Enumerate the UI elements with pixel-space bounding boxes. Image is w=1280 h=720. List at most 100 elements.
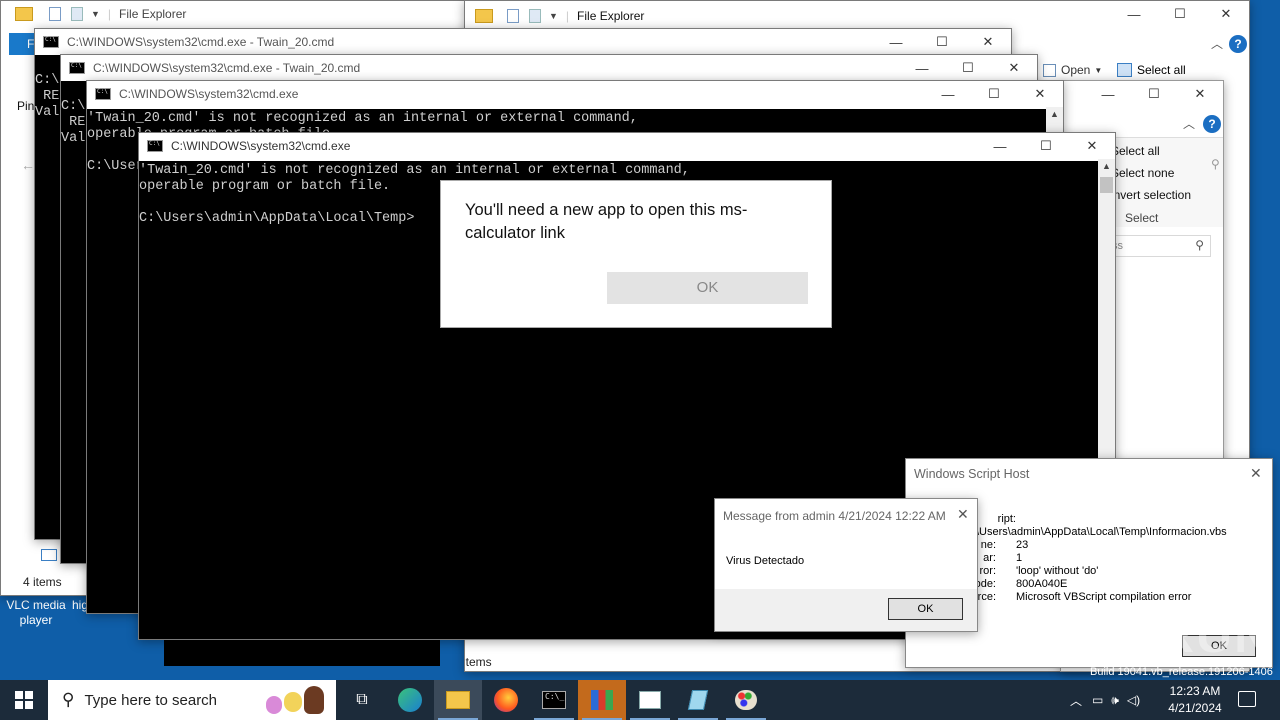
speaker-icon[interactable]: ◁) — [1127, 693, 1140, 707]
view-icon[interactable] — [41, 549, 57, 561]
minimize-button[interactable]: — — [977, 133, 1023, 159]
cmd-window-1-title: C:\WINDOWS\system32\cmd.exe - Twain_20.c… — [67, 35, 335, 49]
select-all-icon — [1117, 63, 1132, 77]
system-tray: ︿ ▭ 🕪 ◁) — [1070, 680, 1148, 720]
new-folder-icon[interactable] — [529, 9, 541, 23]
wsh-row-value: 23 — [1016, 539, 1029, 551]
message-ok-button[interactable]: OK — [888, 598, 963, 620]
close-button[interactable]: ✕ — [1177, 81, 1223, 107]
maximize-button[interactable]: ☐ — [971, 81, 1017, 107]
chevron-up-icon[interactable]: ︿ — [1070, 692, 1082, 709]
minimize-button[interactable]: — — [925, 81, 971, 107]
search-icon[interactable]: ⚲ — [1211, 157, 1220, 171]
window-controls: — ☐ ✕ — [1085, 81, 1223, 107]
chevron-up-icon[interactable]: ︿ — [1211, 35, 1223, 52]
open-button[interactable]: Open ▼ — [1043, 63, 1102, 77]
file-explorer-front-title: File Explorer — [577, 9, 645, 23]
scrollbar-thumb[interactable] — [1100, 177, 1113, 193]
window-icon — [639, 691, 661, 709]
search-icon: ⚲ — [1195, 238, 1204, 252]
chevron-down-icon[interactable]: ▼ — [91, 9, 100, 19]
clock-time: 12:23 AM — [1169, 684, 1221, 698]
clock[interactable]: 12:23 AM 4/21/2024 — [1160, 683, 1230, 717]
pin-label[interactable]: Pin — [17, 99, 34, 113]
properties-icon[interactable] — [507, 9, 519, 23]
file-explorer-back-titlebar: ▼ | File Explorer — [1, 1, 479, 27]
minimize-button[interactable]: — — [1085, 81, 1131, 107]
window-controls: — ☐ ✕ — [899, 55, 1037, 81]
minimize-button[interactable]: — — [873, 29, 919, 55]
cmd-icon — [95, 88, 111, 100]
maximize-button[interactable]: ☐ — [1157, 1, 1203, 27]
minimize-button[interactable]: — — [899, 55, 945, 81]
terminal-icon: C:\_ — [542, 691, 566, 709]
close-button[interactable]: ✕ — [1203, 1, 1249, 27]
folder-icon — [446, 691, 470, 709]
cmd-icon — [43, 36, 59, 48]
desktop-icon-vlc[interactable]: VLC media player — [4, 598, 68, 628]
volume-icon[interactable]: 🕪 — [1111, 693, 1119, 708]
close-button[interactable]: ✕ — [1069, 133, 1115, 159]
wsh-row-value: Microsoft VBScript compilation error — [1016, 591, 1192, 603]
taskbar-search-box[interactable]: ⚲ Type here to search — [48, 680, 336, 720]
close-button[interactable]: ✕ — [965, 29, 1011, 55]
select-all-button[interactable]: Select all — [1111, 144, 1191, 158]
status-item-count: 4 items — [464, 655, 492, 669]
file-explorer-back-title: File Explorer — [119, 7, 187, 21]
start-button[interactable] — [0, 680, 48, 720]
wsh-row-value: 1 — [1016, 552, 1023, 564]
easter-search-highlight-icon — [262, 686, 330, 714]
select-all-top-button[interactable]: Select all — [1117, 63, 1186, 77]
app-needed-ok-button[interactable]: OK — [607, 272, 808, 304]
scroll-up-icon[interactable]: ▲ — [1098, 161, 1115, 171]
chevron-down-icon: ▼ — [1094, 65, 1103, 75]
help-icon[interactable]: ? — [1229, 35, 1247, 53]
cmd-window-3-titlebar: C:\WINDOWS\system32\cmd.exe — [87, 81, 1063, 107]
folder-icon — [475, 9, 493, 23]
edge-taskbar-button[interactable] — [386, 680, 434, 720]
task-view-button[interactable]: ⧉ — [338, 680, 386, 720]
close-button[interactable]: ✕ — [1017, 81, 1063, 107]
chevron-down-icon[interactable]: ▼ — [549, 11, 558, 21]
maximize-button[interactable]: ☐ — [919, 29, 965, 55]
edge-icon — [398, 688, 422, 712]
firefox-taskbar-button[interactable] — [482, 680, 530, 720]
back-arrow-icon[interactable]: ← — [21, 157, 35, 173]
package-icon — [591, 690, 613, 710]
close-icon[interactable]: ✕ — [1250, 465, 1262, 482]
window-controls: — ☐ ✕ — [977, 133, 1115, 159]
app-needed-message: You'll need a new app to open this ms-ca… — [465, 201, 748, 242]
network-icon[interactable]: ▭ — [1092, 693, 1103, 707]
paint-taskbar-button[interactable] — [722, 680, 770, 720]
select-none-button[interactable]: Select none — [1111, 166, 1191, 180]
window-taskbar-button[interactable] — [626, 680, 674, 720]
close-button[interactable]: ✕ — [991, 55, 1037, 81]
search-input[interactable]: ss ⚲ — [1101, 235, 1211, 257]
maximize-button[interactable]: ☐ — [945, 55, 991, 81]
notification-icon[interactable] — [1238, 691, 1256, 707]
maximize-button[interactable]: ☐ — [1023, 133, 1069, 159]
app-taskbar-button[interactable] — [578, 680, 626, 720]
properties-icon[interactable] — [49, 7, 61, 21]
cmd-window-3-title: C:\WINDOWS\system32\cmd.exe — [119, 87, 299, 101]
scroll-up-icon[interactable]: ▲ — [1046, 109, 1063, 119]
help-icon[interactable]: ? — [1203, 115, 1221, 133]
new-folder-icon[interactable] — [71, 7, 83, 21]
close-icon[interactable]: ✕ — [957, 506, 969, 523]
app-needed-ok-label: OK — [696, 279, 719, 296]
notepad-icon — [687, 690, 709, 710]
maximize-button[interactable]: ☐ — [1131, 81, 1177, 107]
cmd-window-2-titlebar: C:\WINDOWS\system32\cmd.exe - Twain_20.c… — [61, 55, 1037, 81]
desktop-icon-vlc-label: VLC media player — [6, 598, 66, 627]
build-text: Build 19041.vb_release.191206-1406 — [1090, 666, 1273, 678]
cmd-icon — [147, 140, 163, 152]
notepad-taskbar-button[interactable] — [674, 680, 722, 720]
chevron-up-icon[interactable]: ︿ — [1183, 115, 1195, 132]
app-needed-dialog: You'll need a new app to open this ms-ca… — [440, 180, 832, 328]
invert-selection-button[interactable]: Invert selection — [1111, 188, 1191, 202]
file-explorer-taskbar-button[interactable] — [434, 680, 482, 720]
minimize-button[interactable]: — — [1111, 1, 1157, 27]
folder-icon — [15, 7, 33, 21]
console-strip — [164, 640, 440, 666]
cmd-taskbar-button[interactable]: C:\_ — [530, 680, 578, 720]
